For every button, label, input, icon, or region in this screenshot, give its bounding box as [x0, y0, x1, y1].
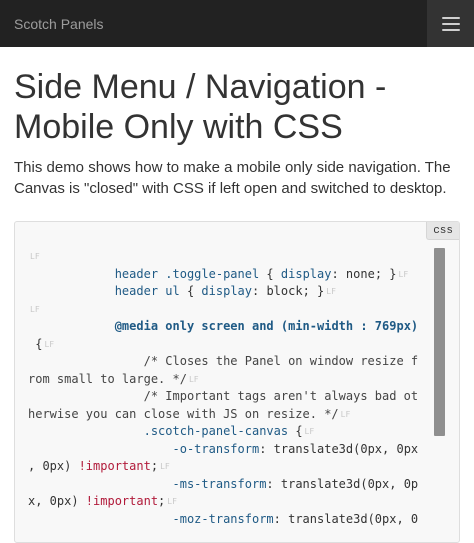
- page-description: This demo shows how to make a mobile onl…: [14, 159, 451, 197]
- page-title: Side Menu / Navigation - Mobile Only wit…: [14, 68, 387, 146]
- code-token: !important: [85, 494, 159, 508]
- code-token: /* Important tags aren't always bad ot: [143, 389, 419, 403]
- code-token: {: [288, 424, 303, 438]
- code-token: header ul: [114, 284, 180, 298]
- code-token: display: [280, 266, 332, 281]
- code-token: ;: [158, 494, 166, 508]
- code-language-badge: css: [426, 222, 459, 240]
- code-token: !important: [78, 459, 151, 473]
- code-token: -ms-transform: [172, 476, 267, 491]
- code-token: herwise you can close with JS on resize.…: [28, 406, 339, 421]
- top-navbar: Scotch Panels: [0, 0, 474, 47]
- code-token: @media only screen and (min-width : 769p…: [114, 319, 419, 333]
- scrollbar-thumb[interactable]: [434, 248, 445, 436]
- code-line: LF: [28, 248, 440, 266]
- code-scrollbar[interactable]: [434, 248, 445, 542]
- code-token: , 0px): [28, 459, 79, 473]
- code-line: rom small to large. */LF: [28, 371, 440, 389]
- code-token: : translate3d(0px, 0p: [266, 476, 419, 491]
- code-token: header .toggle-panel: [114, 266, 260, 281]
- lf-marker: LF: [30, 252, 40, 261]
- lf-marker: LF: [304, 427, 315, 436]
- code-block: css LF header .toggle-panel { display: n…: [14, 221, 460, 543]
- code-token: : translate3d(0px, 0: [273, 511, 419, 526]
- code-line: /* Closes the Panel on window resize f: [28, 353, 440, 371]
- code-line: herwise you can close with JS on resize.…: [28, 406, 440, 424]
- hamburger-icon: [441, 16, 460, 19]
- lf-marker: LF: [160, 462, 170, 471]
- code-token: {: [179, 284, 202, 298]
- code-token: x, 0px): [28, 494, 86, 508]
- lf-marker: LF: [188, 374, 199, 384]
- code-line: {LF: [28, 336, 440, 354]
- code-line: -ms-transform: translate3d(0px, 0p: [28, 476, 440, 494]
- code-token: : translate3d(0px, 0px: [259, 441, 419, 456]
- code-content: LF header .toggle-panel { display: none;…: [28, 248, 440, 528]
- lf-marker: LF: [167, 497, 177, 506]
- main-content: Side Menu / Navigation - Mobile Only wit…: [0, 67, 474, 543]
- code-line: header .toggle-panel { display: none; } L…: [28, 266, 440, 284]
- code-token: .scotch-panel-canvas: [143, 424, 289, 438]
- code-line: header ul { display: block; } LF: [28, 283, 440, 301]
- hamburger-icon-bar-3: [441, 28, 460, 31]
- code-token: : none; }: [331, 266, 397, 281]
- code-line: x, 0px) !important; LF: [28, 493, 440, 511]
- code-line: -o-transform: translate3d(0px, 0px: [28, 441, 440, 459]
- code-token: {: [259, 266, 281, 281]
- lf-marker: LF: [398, 269, 409, 279]
- menu-toggle-button[interactable]: [427, 0, 474, 47]
- code-token: display: [201, 284, 252, 298]
- code-token: ;: [150, 459, 159, 473]
- lf-marker: LF: [44, 339, 55, 349]
- code-line: .scotch-panel-canvas {LF: [28, 423, 440, 441]
- brand-title[interactable]: Scotch Panels: [14, 16, 104, 32]
- code-token: -o-transform: [172, 441, 260, 456]
- code-line: , 0px) !important; LF: [28, 458, 440, 476]
- code-line: /* Important tags aren't always bad ot: [28, 388, 440, 406]
- code-token: : block; }: [252, 284, 325, 298]
- lf-marker: LF: [340, 409, 351, 419]
- code-token: rom small to large. */: [28, 371, 187, 386]
- code-token: /* Closes the Panel on window resize f: [143, 354, 419, 368]
- code-line: LF: [28, 301, 440, 319]
- lf-marker: LF: [326, 287, 336, 296]
- hamburger-icon-bar-2: [441, 22, 460, 25]
- code-token: {: [28, 336, 43, 351]
- code-line: @media only screen and (min-width : 769p…: [28, 318, 440, 336]
- code-line: -moz-transform: translate3d(0px, 0: [28, 511, 440, 529]
- code-token: -moz-transform: [172, 511, 274, 526]
- lf-marker: LF: [30, 304, 40, 314]
